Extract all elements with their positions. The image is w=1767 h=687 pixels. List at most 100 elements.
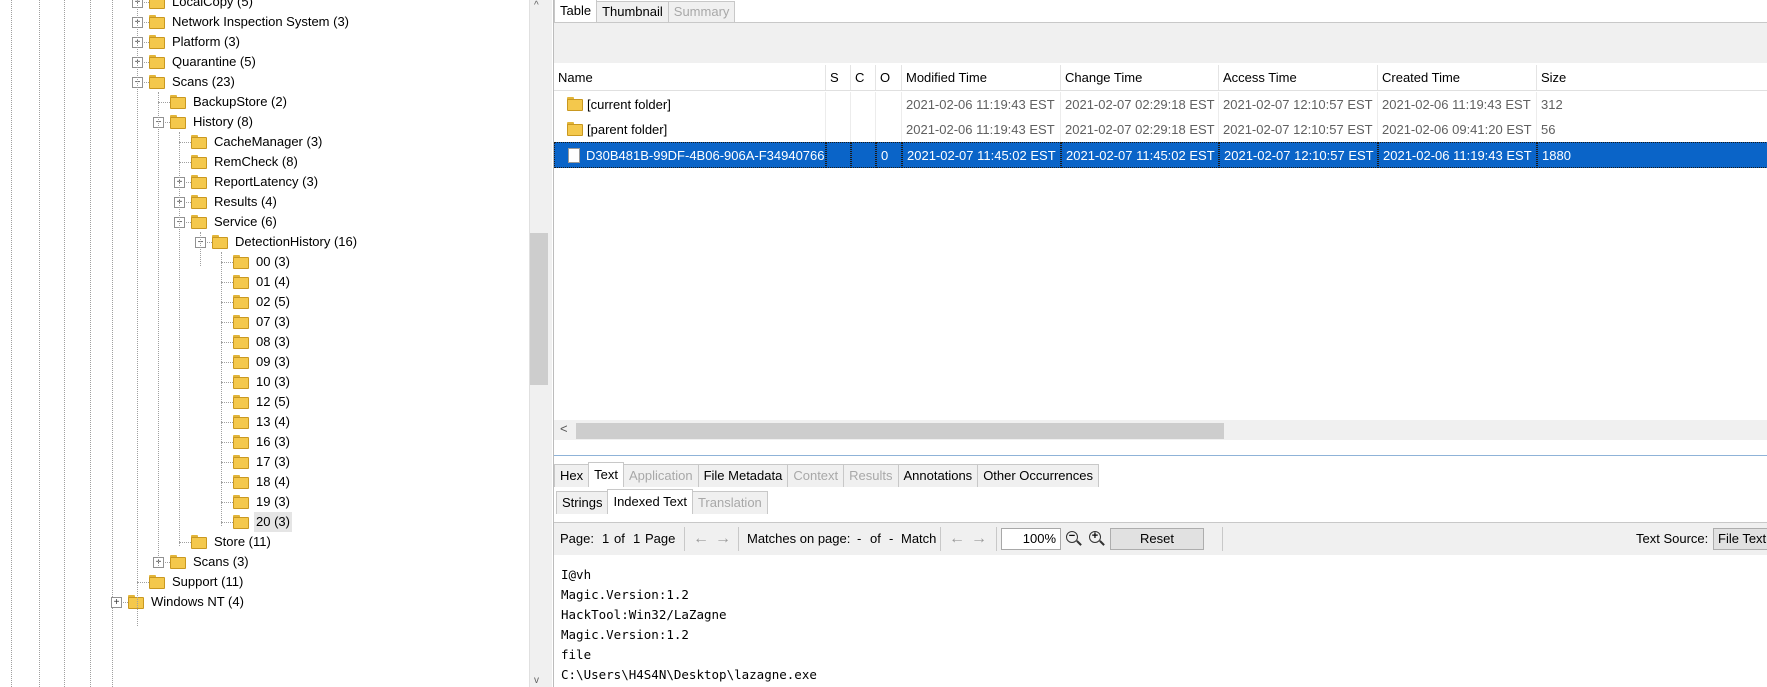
column-header[interactable]: Access Time (1219, 65, 1378, 90)
tree-node[interactable]: − DetectionHistory (16) (0, 232, 529, 252)
folder-icon (191, 135, 207, 149)
page-label: Page: (560, 531, 594, 546)
tree-node[interactable]: 01 (4) (0, 272, 529, 292)
scrollbar-thumb[interactable] (530, 233, 548, 385)
tree-node[interactable]: 12 (5) (0, 392, 529, 412)
scrollbar-thumb[interactable] (576, 423, 1224, 439)
tree-node-label: 02 (5) (256, 294, 290, 309)
tree-guide-line (221, 252, 222, 526)
tab-annotations[interactable]: Annotations (897, 464, 979, 487)
folder-icon (233, 455, 249, 469)
tree-node[interactable]: 02 (5) (0, 292, 529, 312)
tab-text[interactable]: Text (588, 462, 624, 487)
folder-icon (567, 122, 583, 136)
tree-node[interactable]: + Network Inspection System (3) (0, 12, 529, 32)
column-header[interactable]: C (851, 65, 876, 90)
tree-node[interactable]: 13 (4) (0, 412, 529, 432)
tab-other-occurrences[interactable]: Other Occurrences (977, 464, 1100, 487)
column-header[interactable]: O (876, 65, 902, 90)
tree-node[interactable]: − Service (6) (0, 212, 529, 232)
cell-size: 1880 (1537, 142, 1767, 168)
tree-node[interactable]: 20 (3) (0, 512, 529, 532)
tree-node[interactable]: CacheManager (3) (0, 132, 529, 152)
tab-thumbnail[interactable]: Thumbnail (596, 1, 669, 22)
tree-node[interactable]: 08 (3) (0, 332, 529, 352)
scroll-up-arrow-icon[interactable]: ^ (534, 0, 539, 11)
folder-icon (233, 415, 249, 429)
folder-icon (191, 195, 207, 209)
tree-node[interactable]: + Results (4) (0, 192, 529, 212)
tree-node[interactable]: 00 (3) (0, 252, 529, 272)
table-row[interactable]: [current folder] 2021-02-06 11:19:43 EST 2… (554, 92, 1767, 118)
zoom-in-icon[interactable]: + (1087, 529, 1107, 549)
result-view-tabs: Table Thumbnail Summary (554, 0, 736, 22)
folder-icon (233, 315, 249, 329)
tab-indexed-text[interactable]: Indexed Text (607, 489, 693, 514)
next-match-arrow-icon[interactable]: → (969, 529, 989, 549)
tree-node[interactable]: 09 (3) (0, 352, 529, 372)
prev-match-arrow-icon[interactable]: ← (947, 529, 967, 549)
next-page-arrow-icon[interactable]: → (713, 529, 733, 549)
tree-node[interactable]: 10 (3) (0, 372, 529, 392)
tree-node[interactable]: − Scans (23) (0, 72, 529, 92)
table-row[interactable]: [parent folder] 2021-02-06 11:19:43 EST 20… (554, 117, 1767, 143)
tree-node-label: 20 (3) (254, 512, 292, 532)
tree-node[interactable]: + ReportLatency (3) (0, 172, 529, 192)
tab-file-metadata[interactable]: File Metadata (697, 464, 789, 487)
column-header[interactable]: Size (1537, 65, 1767, 90)
tree-node[interactable]: + Scans (3) (0, 552, 529, 572)
folder-icon (233, 475, 249, 489)
directory-tree[interactable]: + LocalCopy (5) + Network Inspection System… (0, 0, 529, 687)
file-name: [parent folder] (587, 122, 668, 137)
folder-icon (149, 0, 165, 9)
indexed-text-content[interactable]: I@vh Magic.Version:1.2 HackTool:Win32/LaZa… (554, 555, 1767, 687)
tree-node[interactable]: RemCheck (8) (0, 152, 529, 172)
tree-node[interactable]: + LocalCopy (5) (0, 0, 529, 12)
tree-node[interactable]: 18 (4) (0, 472, 529, 492)
tab-table[interactable]: Table (554, 0, 598, 22)
column-header[interactable]: Modified Time (902, 65, 1061, 90)
cell-name: [current folder] (554, 92, 826, 118)
zoom-level-field[interactable]: 100% (1001, 528, 1061, 550)
cell-created: 2021-02-06 11:19:43 EST (1378, 92, 1537, 118)
tree-node[interactable]: 07 (3) (0, 312, 529, 332)
cell-o: 0 (876, 142, 902, 168)
page-total: 1 (633, 531, 641, 546)
scroll-down-arrow-icon[interactable]: v (534, 675, 539, 686)
column-header[interactable]: Name (554, 65, 826, 90)
table-horizontal-scrollbar[interactable]: < (554, 420, 1767, 440)
tree-node-label: Windows NT (4) (151, 594, 244, 609)
panel-divider[interactable] (554, 455, 1767, 456)
tree-node[interactable]: Support (11) (0, 572, 529, 592)
tree-node[interactable]: + Quarantine (5) (0, 52, 529, 72)
tree-node[interactable]: BackupStore (2) (0, 92, 529, 112)
prev-page-arrow-icon[interactable]: ← (691, 529, 711, 549)
tree-node[interactable]: + Windows NT (4) (0, 592, 529, 612)
tree-node[interactable]: − History (8) (0, 112, 529, 132)
cell-change: 2021-02-07 02:29:18 EST (1061, 92, 1219, 118)
tree-node[interactable]: + Platform (3) (0, 32, 529, 52)
toolbar-separator (738, 527, 739, 551)
scroll-left-arrow-icon[interactable]: < (560, 421, 568, 436)
tree-node[interactable]: 19 (3) (0, 492, 529, 512)
tree-node[interactable]: Store (11) (0, 532, 529, 552)
tab-strings[interactable]: Strings (556, 491, 609, 514)
table-row[interactable]: D30B481B-99DF-4B06-906A-F349407668BD 0 202… (554, 142, 1767, 168)
file-icon (568, 148, 580, 163)
column-header[interactable]: Change Time (1061, 65, 1219, 90)
folder-icon (149, 75, 165, 89)
tab-hex[interactable]: Hex (554, 464, 590, 487)
zoom-out-icon[interactable]: − (1064, 529, 1084, 549)
column-header[interactable]: Created Time (1378, 65, 1537, 90)
tree-node-label: Platform (3) (172, 34, 240, 49)
tree-node[interactable]: 16 (3) (0, 432, 529, 452)
expand-icon[interactable]: + (111, 597, 122, 608)
tree-node-label: Store (11) (214, 534, 271, 549)
column-header[interactable]: S (826, 65, 851, 90)
tree-vertical-scrollbar[interactable]: ^ v (529, 0, 552, 687)
reset-zoom-button[interactable]: Reset (1110, 528, 1204, 550)
tree-node-label: 08 (3) (256, 334, 290, 349)
tree-node-label: LocalCopy (5) (172, 0, 253, 9)
text-source-dropdown[interactable]: File Text (1713, 528, 1767, 550)
tree-node[interactable]: 17 (3) (0, 452, 529, 472)
